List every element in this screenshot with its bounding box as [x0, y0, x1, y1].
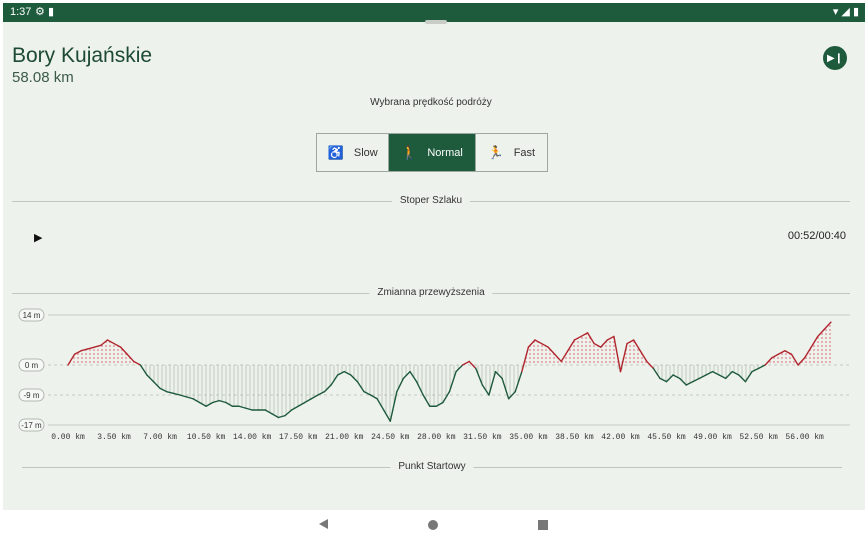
- start-point-divider: Punkt Startowy: [22, 462, 842, 472]
- x-tick-label: 56.00 km: [785, 433, 824, 442]
- x-tick-label: 10.50 km: [187, 433, 226, 442]
- y-tick-label: 0 m: [25, 361, 39, 370]
- x-tick-label: 45.50 km: [647, 433, 686, 442]
- x-tick-label: 3.50 km: [97, 433, 131, 442]
- x-tick-label: 52.50 km: [739, 433, 778, 442]
- x-tick-label: 0.00 km: [51, 433, 85, 442]
- x-tick-label: 7.00 km: [143, 433, 177, 442]
- back-icon[interactable]: [319, 519, 328, 529]
- x-tick-label: 14.00 km: [233, 433, 272, 442]
- x-tick-label: 28.00 km: [417, 433, 456, 442]
- x-tick-label: 31.50 km: [463, 433, 502, 442]
- x-tick-label: 38.50 km: [555, 433, 594, 442]
- x-tick-label: 21.00 km: [325, 433, 364, 442]
- x-tick-label: 17.50 km: [279, 433, 318, 442]
- home-icon[interactable]: [428, 520, 438, 530]
- y-tick-label: -9 m: [24, 391, 40, 400]
- start-point-section-label: Punkt Startowy: [390, 462, 474, 472]
- navigation-bar: [3, 510, 865, 540]
- x-tick-label: 49.00 km: [693, 433, 732, 442]
- y-tick-label: -17 m: [21, 421, 42, 430]
- recent-apps-icon[interactable]: [538, 520, 548, 530]
- x-tick-label: 42.00 km: [601, 433, 640, 442]
- x-tick-label: 24.50 km: [371, 433, 410, 442]
- x-tick-label: 35.00 km: [509, 433, 548, 442]
- above-baseline-area: [68, 322, 831, 365]
- y-tick-label: 14 m: [23, 311, 41, 320]
